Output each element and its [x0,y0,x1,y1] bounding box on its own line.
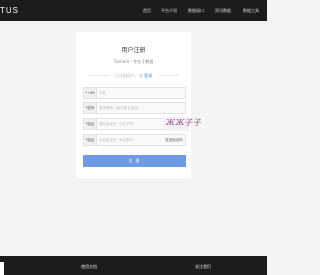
captcha-label-text: 验证 [87,122,95,126]
footer-docs-heading: 使用文档 [81,264,97,269]
footer-about-heading: 关注我们 [195,264,211,269]
page: TUSHARE 首页 平台介绍 数据接口 资讯数据 数据工具 用户注册 Tush… [0,0,267,275]
sms-code-input[interactable] [99,135,159,145]
site-logo[interactable]: TUSHARE [0,5,18,16]
login-prompt: 已注册用户，请 登录 [76,73,191,79]
phone-prefix[interactable]: *+86 [84,88,97,98]
password-label: *密码 [84,103,97,113]
password-input[interactable] [99,103,184,113]
page-subtitle: Tushare - 专业于数据 [113,59,154,64]
footer: 使用文档 关注我们 [0,256,267,275]
password-label-text: 密码 [87,106,95,110]
sms-label-text: 验证 [87,138,95,142]
login-link[interactable]: 登录 [144,73,152,78]
register-card: 用户注册 Tushare - 专业于数据 已注册用户，请 登录 *+86 *密码… [76,32,203,178]
nav-item-data-api[interactable]: 数据接口 [188,0,204,21]
sms-label: *验证 [84,135,97,145]
top-navbar: TUSHARE 首页 平台介绍 数据接口 资讯数据 数据工具 [0,0,267,21]
register-button[interactable]: 注 册 [83,155,186,167]
phone-prefix-code: +86 [87,91,95,95]
captcha-input[interactable] [99,119,159,129]
send-sms-code-button[interactable]: 发送验证码 [163,135,185,145]
login-prompt-text: 已注册用户，请 [114,73,143,78]
nav-item-news-data[interactable]: 资讯数据 [215,0,231,21]
captcha-row: *验证 ЖЖ子子 [83,117,203,131]
captcha-image-text: ЖЖ子子 [165,118,203,127]
nav-item-home[interactable]: 首页 [143,0,151,21]
page-title: 用户注册 [121,47,146,54]
sms-code-row: *验证 发送验证码 [83,134,186,146]
nav-item-data-tools[interactable]: 数据工具 [243,0,259,21]
captcha-label: *验证 [84,119,97,129]
nav-item-platform[interactable]: 平台介绍 [161,0,177,21]
phone-row: *+86 [83,87,186,99]
password-row: *密码 [83,102,186,114]
footer-logo-mark [0,262,4,275]
phone-input[interactable] [99,88,184,98]
